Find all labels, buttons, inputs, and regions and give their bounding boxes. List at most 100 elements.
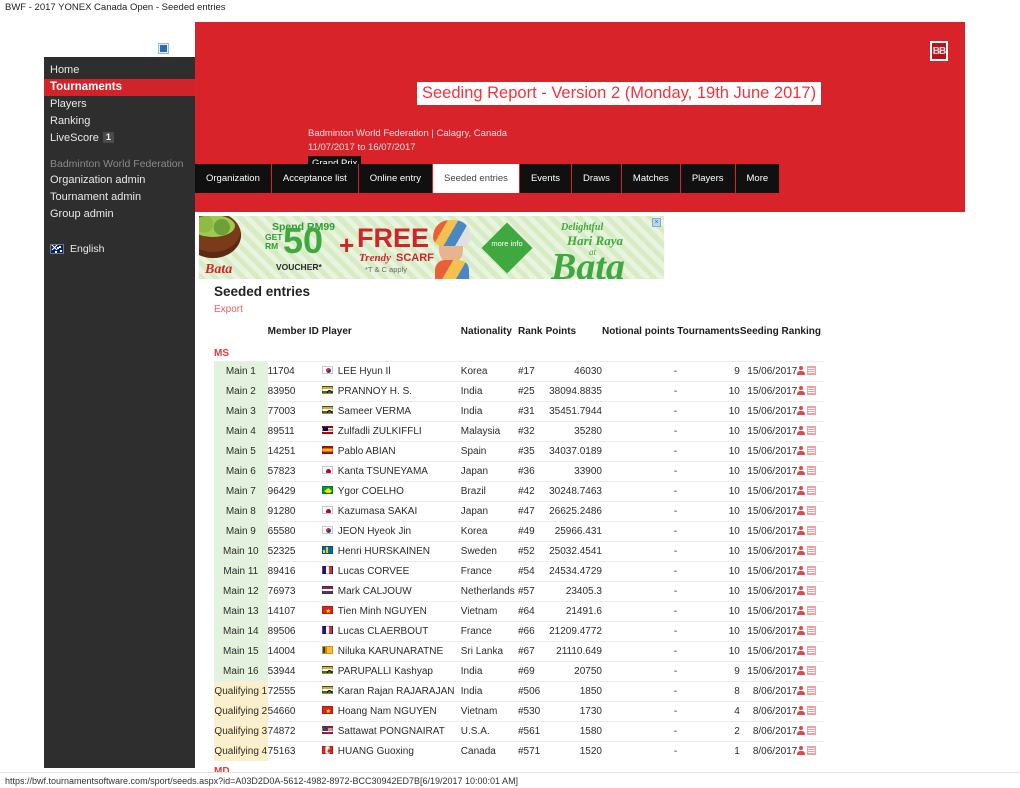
sidebar-item-group-admin[interactable]: Group admin [44, 206, 195, 223]
person-icon[interactable] [797, 746, 806, 755]
person-icon[interactable] [797, 406, 806, 415]
sidebar-item-home[interactable]: Home [44, 62, 195, 79]
table-row[interactable]: Main 5 14251 Pablo ABIAN Spain #35 34037.0189… [214, 441, 824, 462]
table-row[interactable]: Main 16 53944 PARUPALLI Kashyap India #69 207… [214, 661, 824, 682]
person-icon[interactable] [797, 706, 806, 715]
table-row[interactable]: Qualifying 2 54660 Hoang Nam NGUYEN Vietnam… [214, 701, 824, 722]
list-icon[interactable] [807, 446, 817, 455]
row-actions[interactable] [797, 601, 824, 622]
person-icon[interactable] [797, 506, 806, 515]
person-icon[interactable] [797, 546, 806, 555]
list-icon[interactable] [807, 666, 817, 675]
sidebar-item-ranking[interactable]: Ranking [44, 113, 195, 130]
sidebar-item-players[interactable]: Players [44, 96, 195, 113]
table-row[interactable]: Main 14 89506 Lucas CLAERBOUT France #66 2120… [214, 621, 824, 642]
list-icon[interactable] [807, 746, 817, 755]
person-icon[interactable] [797, 366, 806, 375]
table-row[interactable]: Main 1 11704 LEE Hyun Il Korea #17 46030-9 15/… [214, 361, 824, 382]
tab-acceptance-list[interactable]: Acceptance list [271, 164, 359, 193]
person-icon[interactable] [797, 646, 806, 655]
person-icon[interactable] [797, 486, 806, 495]
row-actions[interactable] [797, 741, 824, 761]
list-icon[interactable] [807, 526, 817, 535]
sidebar-item-organization-admin[interactable]: Organization admin [44, 172, 195, 189]
tab-events[interactable]: Events [519, 164, 572, 193]
person-icon[interactable] [797, 446, 806, 455]
row-actions[interactable] [797, 661, 824, 682]
list-icon[interactable] [807, 486, 817, 495]
row-actions[interactable] [797, 681, 824, 702]
tab-organization[interactable]: Organization [195, 164, 272, 193]
list-icon[interactable] [807, 546, 817, 555]
tab-matches[interactable]: Matches [621, 164, 681, 193]
person-icon[interactable] [797, 386, 806, 395]
table-row[interactable]: Main 9 65580 JEON Hyeok Jin Korea #49 25966.4… [214, 521, 824, 542]
sidebar-item-tournaments[interactable]: Tournaments [44, 79, 195, 96]
table-row[interactable]: Main 13 14107 Tien Minh NGUYEN Vietnam #64 21… [214, 601, 824, 622]
row-actions[interactable] [797, 541, 824, 562]
person-icon[interactable] [797, 586, 806, 595]
row-actions[interactable] [797, 521, 824, 542]
person-icon[interactable] [797, 686, 806, 695]
person-icon[interactable] [797, 606, 806, 615]
list-icon[interactable] [807, 646, 817, 655]
list-icon[interactable] [807, 706, 817, 715]
export-link[interactable]: Export [214, 304, 243, 315]
list-icon[interactable] [807, 426, 817, 435]
sidebar-item-livescore[interactable]: LiveScore 1 [44, 130, 195, 147]
list-icon[interactable] [807, 366, 817, 375]
row-actions[interactable] [797, 641, 824, 662]
row-actions[interactable] [797, 461, 824, 482]
person-icon[interactable] [797, 426, 806, 435]
list-icon[interactable] [807, 626, 817, 635]
row-actions[interactable] [797, 581, 824, 602]
row-actions[interactable] [797, 421, 824, 442]
row-actions[interactable] [797, 441, 824, 462]
tab-players[interactable]: Players [680, 164, 736, 193]
table-row[interactable]: Main 11 89416 Lucas CORVEE France #54 24534.4… [214, 561, 824, 582]
row-actions[interactable] [797, 401, 824, 422]
table-row[interactable]: Main 10 52325 Henri HURSKAINEN Sweden #52 250… [214, 541, 824, 562]
row-actions[interactable] [797, 361, 824, 382]
table-row[interactable]: Main 3 77003 Sameer VERMA India #31 35451.794… [214, 401, 824, 422]
row-actions[interactable] [797, 501, 824, 522]
language-selector[interactable]: English [44, 242, 195, 256]
row-actions[interactable] [797, 481, 824, 502]
list-icon[interactable] [807, 566, 817, 575]
table-row[interactable]: Qualifying 4 75163 HUANG Guoxing Canada #571… [214, 741, 824, 761]
person-icon[interactable] [797, 726, 806, 735]
tab-more[interactable]: More [735, 164, 781, 193]
row-actions[interactable] [797, 561, 824, 582]
list-icon[interactable] [807, 726, 817, 735]
list-icon[interactable] [807, 686, 817, 695]
close-icon[interactable]: × [652, 218, 661, 227]
table-row[interactable]: Qualifying 1 72555 Karan Rajan RAJARAJAN In… [214, 681, 824, 702]
list-icon[interactable] [807, 406, 817, 415]
table-row[interactable]: Main 15 14004 Niluka KARUNARATNE Sri Lanka #… [214, 641, 824, 662]
person-icon[interactable] [797, 466, 806, 475]
list-icon[interactable] [807, 386, 817, 395]
table-row[interactable]: Qualifying 3 74872 Sattawat PONGNAIRAT U.S.… [214, 721, 824, 742]
table-row[interactable]: Main 2 83950 PRANNOY H. S. India #25 38094.88… [214, 381, 824, 402]
row-actions[interactable] [797, 621, 824, 642]
tab-seeded-entries[interactable]: Seeded entries [433, 164, 520, 193]
table-row[interactable]: Main 8 91280 Kazumasa SAKAI Japan #47 26625.2… [214, 501, 824, 522]
list-icon[interactable] [807, 586, 817, 595]
table-row[interactable]: Main 12 76973 Mark CALJOUW Netherlands #57 23… [214, 581, 824, 602]
list-icon[interactable] [807, 506, 817, 515]
person-icon[interactable] [797, 666, 806, 675]
list-icon[interactable] [807, 606, 817, 615]
person-icon[interactable] [797, 526, 806, 535]
person-icon[interactable] [797, 626, 806, 635]
tab-draws[interactable]: Draws [571, 164, 622, 193]
row-actions[interactable] [797, 381, 824, 402]
sidebar-item-tournament-admin[interactable]: Tournament admin [44, 189, 195, 206]
table-row[interactable]: Main 4 89511 Zulfadli ZULKIFFLI Malaysia #32… [214, 421, 824, 442]
advertisement-banner[interactable]: Bata Spend RM99 GET RM 50 VOUCHER* + FRE… [199, 216, 664, 279]
tab-online-entry[interactable]: Online entry [358, 164, 434, 193]
person-icon[interactable] [797, 566, 806, 575]
row-actions[interactable] [797, 701, 824, 722]
list-icon[interactable] [807, 466, 817, 475]
table-row[interactable]: Main 7 96429 Ygor COELHO Brazil #42 30248.746… [214, 481, 824, 502]
row-actions[interactable] [797, 721, 824, 742]
